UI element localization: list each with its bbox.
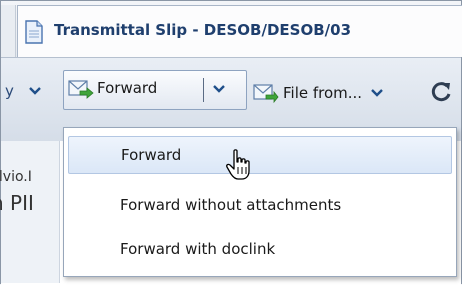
chevron-down-icon[interactable] bbox=[212, 82, 226, 96]
refresh-icon bbox=[431, 82, 451, 102]
refresh-button[interactable] bbox=[429, 80, 453, 104]
forward-mail-icon bbox=[68, 80, 94, 99]
menu-item-label: Forward without attachments bbox=[120, 196, 342, 214]
chevron-down-icon bbox=[29, 87, 41, 95]
title-bar: Transmittal Slip - DESOB/DESOB/03 bbox=[1, 1, 462, 57]
menu-item-forward-with-doclink[interactable]: Forward with doclink bbox=[68, 230, 452, 268]
tab-transmittal-slip[interactable]: Transmittal Slip - DESOB/DESOB/03 bbox=[17, 5, 462, 57]
split-divider bbox=[203, 78, 204, 102]
forward-dropdown-menu: Forward Forward without attachments Forw… bbox=[63, 127, 457, 277]
tab-title: Transmittal Slip - DESOB/DESOB/03 bbox=[54, 21, 352, 39]
forward-button[interactable]: Forward bbox=[68, 77, 157, 99]
menu-item-forward-without-attachments[interactable]: Forward without attachments bbox=[68, 186, 452, 224]
subject-fragment: n PII bbox=[0, 191, 34, 215]
left-margin-panel: ilvio.I n PII bbox=[0, 141, 60, 283]
forward-button-label: Forward bbox=[97, 79, 158, 97]
sender-fragment: ilvio.I bbox=[0, 169, 32, 185]
hand-cursor-icon bbox=[226, 149, 250, 180]
menu-item-label: Forward with doclink bbox=[120, 240, 276, 258]
truncated-button-label: y bbox=[5, 82, 14, 100]
menu-item-forward[interactable]: Forward bbox=[68, 136, 452, 174]
file-from-button[interactable]: File from... bbox=[253, 82, 384, 104]
forward-split-button[interactable]: Forward bbox=[63, 70, 247, 110]
truncated-toolbar-button[interactable]: y bbox=[1, 82, 42, 100]
document-icon bbox=[25, 20, 43, 44]
file-mail-icon bbox=[253, 84, 279, 104]
previous-tab-edge[interactable] bbox=[1, 5, 16, 57]
file-from-label: File from... bbox=[283, 84, 363, 102]
menu-item-label: Forward bbox=[121, 146, 182, 164]
chevron-down-icon bbox=[371, 89, 383, 97]
